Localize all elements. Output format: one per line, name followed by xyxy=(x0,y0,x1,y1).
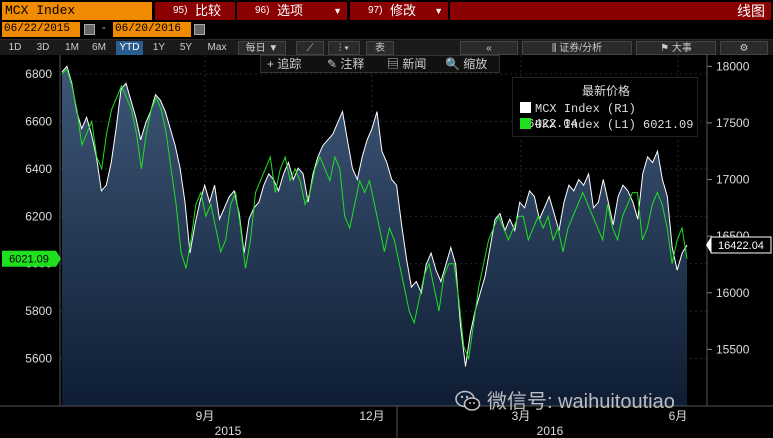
range-3d-button[interactable]: 3D xyxy=(34,41,52,55)
securities-label: 证券/分析 xyxy=(559,43,603,54)
range-6m-button[interactable]: 6M xyxy=(89,41,109,55)
tool-label: 缩放 xyxy=(463,57,488,71)
left-tick-label: 6800 xyxy=(25,67,52,81)
events-button[interactable]: ⚑ 大事 xyxy=(636,41,716,55)
calendar-icon[interactable] xyxy=(194,24,205,35)
wechat-icon xyxy=(455,390,481,411)
chevron-down-icon: ▼ xyxy=(434,6,443,16)
right-tick-label: 18000 xyxy=(716,59,750,73)
right-tick-label: 15500 xyxy=(716,342,750,356)
line-style-button[interactable]: ⟋ xyxy=(296,41,324,55)
double-chevron-left-icon: « xyxy=(486,43,492,54)
options-menu-button[interactable]: 96) 选项 ▼ xyxy=(237,2,347,20)
start-date-input[interactable]: 06/22/2015 xyxy=(2,22,80,37)
candles-icon: ⫶ ▾ xyxy=(338,43,350,54)
zoom-tool[interactable]: 🔍 缩放 xyxy=(445,57,487,72)
legend-title: 最新价格 xyxy=(581,84,630,98)
right-tick-label: 16000 xyxy=(716,286,750,300)
line-chart-button[interactable]: 线图 xyxy=(450,2,771,20)
mcx-last-value-label: 16422.04 xyxy=(718,240,764,252)
menu-number: 96) xyxy=(255,5,270,16)
gear-icon: ⚙ xyxy=(739,43,749,54)
range-toolbar: 1D 3D 1M 6M YTD 1Y 5Y Max 每日 ▼ ⟋ ⫶ ▾ 表 «… xyxy=(0,39,773,55)
chart-legend: 最新价格 MCX Index (R1) 16422.04 UKX Index (… xyxy=(512,77,698,137)
legend-swatch xyxy=(520,118,531,129)
end-date-input[interactable]: 06/20/2016 xyxy=(113,22,191,37)
left-axis-ticks: 5600580060006200640066006800 xyxy=(25,67,52,366)
tool-label: 追踪 xyxy=(277,57,302,71)
frequency-label: 每日 xyxy=(245,43,266,54)
left-tick-label: 5800 xyxy=(25,304,52,318)
news-tool[interactable]: ▤ 新闻 xyxy=(387,57,426,72)
x-tick-label: 12月 xyxy=(359,409,384,423)
compare-menu-button[interactable]: 95) 比较 xyxy=(155,2,235,20)
events-label: 大事 xyxy=(671,43,692,54)
right-tick-label: 17000 xyxy=(716,173,750,187)
year-label: 2015 xyxy=(215,424,242,438)
date-range-bar: 06/22/2015 - 06/20/2016 xyxy=(0,22,773,38)
modify-menu-button[interactable]: 97) 修改 ▼ xyxy=(350,2,448,20)
collapse-button[interactable]: « xyxy=(460,41,518,55)
legend-swatch xyxy=(520,102,531,113)
tool-label: 注释 xyxy=(340,57,365,71)
settings-button[interactable]: ⚙ xyxy=(720,41,768,55)
table-button[interactable]: 表 xyxy=(366,41,394,55)
calendar-icon[interactable] xyxy=(84,24,95,35)
date-separator: - xyxy=(102,22,106,34)
chevron-down-icon: ▼ xyxy=(333,6,342,16)
securities-analysis-button[interactable]: ⫼ 证券/分析 xyxy=(522,41,632,55)
track-tool[interactable]: + 追踪 xyxy=(267,57,301,72)
menu-number: 97) xyxy=(368,5,383,16)
left-tick-label: 6400 xyxy=(25,162,52,176)
range-1d-button[interactable]: 1D xyxy=(6,41,24,55)
left-tick-label: 6600 xyxy=(25,114,52,128)
year-label: 2016 xyxy=(537,424,564,438)
legend-item-ukx[interactable]: UKX Index (L1) 6021.09 xyxy=(520,118,693,133)
crosshair-icon: + xyxy=(267,57,275,71)
wechat-watermark: 微信号: waihuitoutiao xyxy=(455,385,675,414)
range-max-button[interactable]: Max xyxy=(204,41,230,55)
chart-tools-bar: + 追踪 ✎ 注释 ▤ 新闻 🔍 缩放 xyxy=(260,55,500,73)
right-axis-ticks: 155001600016500170001750018000 xyxy=(707,59,750,356)
magnifier-icon: 🔍 xyxy=(445,57,460,71)
menu-label: 比较 xyxy=(195,3,222,18)
legend-label: UKX Index (L1) 6021.09 xyxy=(535,118,694,132)
news-icon: ▤ xyxy=(387,57,400,71)
line-chart-icon: ⟋ xyxy=(306,43,314,54)
menu-label: 选项 xyxy=(277,3,304,18)
pencil-icon: ✎ xyxy=(327,57,338,71)
bar-style-button[interactable]: ⫶ ▾ xyxy=(328,41,360,55)
top-toolbar: MCX Index 95) 比较 96) 选项 ▼ 97) 修改 ▼ 线图 xyxy=(0,0,773,21)
range-1m-button[interactable]: 1M xyxy=(62,41,82,55)
range-5y-button[interactable]: 5Y xyxy=(177,41,195,55)
legend-item-mcx[interactable]: MCX Index (R1) 16422.04 xyxy=(520,102,697,131)
watermark-text: 微信号: waihuitoutiao xyxy=(487,391,675,413)
ticker-field[interactable]: MCX Index xyxy=(2,2,152,20)
menu-number: 95) xyxy=(173,5,188,16)
tool-label: 新闻 xyxy=(402,57,427,71)
left-tick-label: 5600 xyxy=(25,352,52,366)
right-tick-label: 17500 xyxy=(716,116,750,130)
range-1y-button[interactable]: 1Y xyxy=(150,41,168,55)
frequency-select[interactable]: 每日 ▼ xyxy=(238,41,286,55)
range-ytd-button[interactable]: YTD xyxy=(116,41,143,55)
left-tick-label: 6200 xyxy=(25,209,52,223)
annotate-tool[interactable]: ✎ 注释 xyxy=(327,57,364,72)
x-tick-label: 9月 xyxy=(196,409,215,423)
flag-icon: ⚑ xyxy=(660,43,672,54)
ukx-last-value-label: 6021.09 xyxy=(9,254,49,266)
menu-label: 修改 xyxy=(390,3,417,18)
